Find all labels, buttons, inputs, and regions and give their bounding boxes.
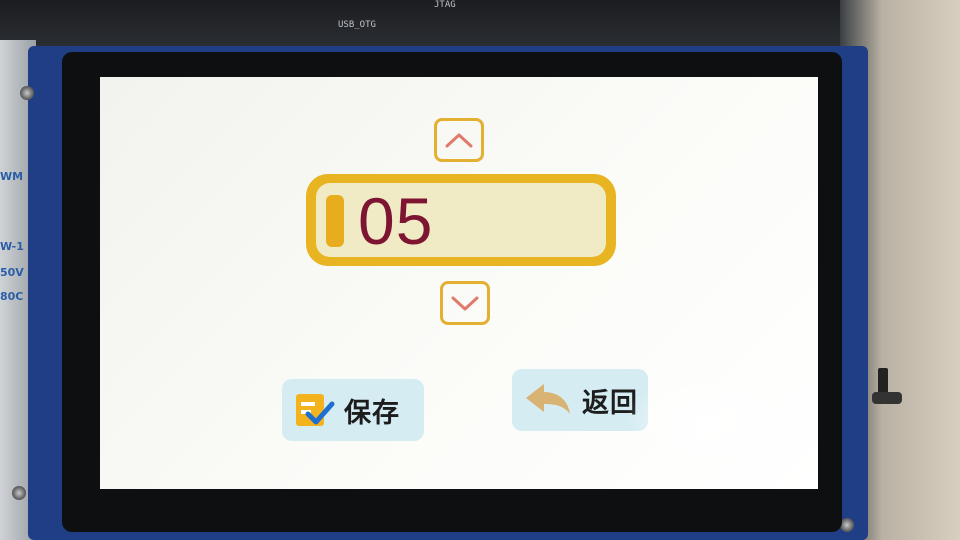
loose-screw-icon xyxy=(872,368,902,404)
strip-label: WM xyxy=(0,170,24,183)
value-field[interactable]: 05 xyxy=(306,174,616,266)
text-cursor xyxy=(326,195,344,247)
increment-button[interactable] xyxy=(434,118,484,162)
value-field-inner: 05 xyxy=(316,183,606,258)
strip-label: 50V xyxy=(0,266,24,279)
strip-label: 80C xyxy=(0,290,24,303)
return-arrow-icon xyxy=(526,384,570,414)
screen-glare xyxy=(624,371,794,471)
chevron-up-icon xyxy=(445,133,473,148)
chevron-down-icon xyxy=(451,296,479,311)
strip-label: W-1 xyxy=(0,240,24,253)
screw-icon xyxy=(12,486,26,500)
value-text: 05 xyxy=(358,184,434,258)
save-button[interactable]: 保存 xyxy=(282,379,424,441)
pcb-background: USB_OTG JTAG xyxy=(0,0,960,48)
save-checkmark-icon xyxy=(296,394,335,426)
pcb-label-usb: USB_OTG xyxy=(338,20,376,30)
decrement-button[interactable] xyxy=(440,281,490,325)
lcd-screen: 05 保存 返回 xyxy=(100,77,818,489)
screw-icon xyxy=(840,518,854,532)
save-button-label: 保存 xyxy=(344,397,400,429)
screw-icon xyxy=(20,86,34,100)
pcb-label-jtag: JTAG xyxy=(434,0,456,10)
